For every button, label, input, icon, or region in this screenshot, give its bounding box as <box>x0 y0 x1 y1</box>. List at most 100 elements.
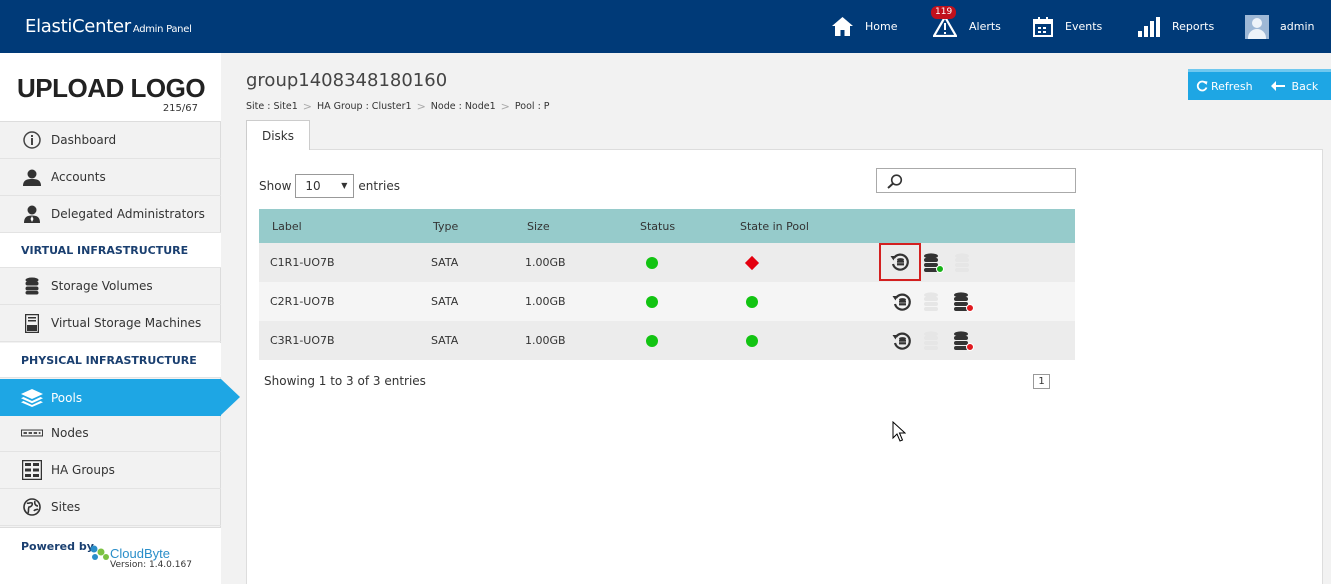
database-offline-icon <box>954 292 974 312</box>
nav-alerts-label: Alerts <box>969 20 1001 33</box>
user-name: admin <box>1280 20 1315 33</box>
server-icon <box>21 313 43 333</box>
nav-events-label: Events <box>1065 20 1103 33</box>
page-size-select[interactable]: 10 ▼ <box>295 174 355 198</box>
sidebar-item-sites[interactable]: Sites <box>0 489 221 526</box>
database-disabled-icon <box>924 331 938 350</box>
sidebar-item-label: Dashboard <box>51 133 117 147</box>
search-input[interactable] <box>876 168 1076 193</box>
caret-down-icon: ▼ <box>341 181 348 190</box>
restore-disk-icon <box>892 293 911 311</box>
section-virtual-infrastructure: VIRTUAL INFRASTRUCTURE <box>0 233 221 268</box>
disk-type: SATA <box>431 334 459 347</box>
chevron-right-icon: > <box>416 100 426 113</box>
globe-icon <box>21 498 43 516</box>
nav-home-label: Home <box>865 20 898 33</box>
sidebar-item-accounts[interactable]: Accounts <box>0 159 221 196</box>
brand-name: ElastiCenter <box>25 16 131 37</box>
breadcrumb-ha-group[interactable]: HA Group : Cluster1 <box>317 101 412 112</box>
logo-placeholder: UPLOAD LOGO <box>17 73 206 103</box>
sidebar-item-label: Pools <box>51 390 83 405</box>
table-info: Showing 1 to 3 of 3 entries <box>264 374 426 388</box>
chevron-right-icon: > <box>500 100 510 113</box>
sidebar-item-delegated-administrators[interactable]: Delegated Administrators <box>0 196 221 233</box>
breadcrumb-site[interactable]: Site : Site1 <box>246 101 298 112</box>
disk-label: C3R1-UO7B <box>270 334 335 347</box>
replace-disk-button[interactable] <box>891 330 913 352</box>
state-error-indicator <box>744 243 760 282</box>
sidebar-item-label: Virtual Storage Machines <box>51 316 202 330</box>
disk-size: 1.00GB <box>525 334 566 347</box>
add-disk-button[interactable] <box>923 252 945 274</box>
replace-disk-button[interactable] <box>891 291 913 313</box>
database-offline-icon <box>954 331 974 351</box>
refresh-button[interactable]: Refresh <box>1196 80 1253 93</box>
sidebar-item-ha-groups[interactable]: HA Groups <box>0 452 221 489</box>
sidebar-item-storage-volumes[interactable]: Storage Volumes <box>0 268 221 305</box>
breadcrumb-node[interactable]: Node : Node1 <box>431 101 496 112</box>
disk-type: SATA <box>431 256 459 269</box>
add-disk-button[interactable] <box>923 330 945 352</box>
status-ok-indicator <box>646 321 658 360</box>
nav-reports[interactable]: Reports <box>1138 0 1214 53</box>
user-menu[interactable]: admin <box>1245 0 1314 53</box>
nav-alerts[interactable]: 119 Alerts <box>931 0 1001 53</box>
logo-area[interactable]: UPLOAD LOGO 215/67 <box>0 53 221 122</box>
column-header-label[interactable]: Label <box>272 209 302 243</box>
sidebar-item-label: Accounts <box>51 170 106 184</box>
vendor-name: CloudByte <box>110 546 170 561</box>
column-header-state-in-pool[interactable]: State in Pool <box>740 209 809 243</box>
sidebar-item-label: Delegated Administrators <box>51 207 205 221</box>
column-header-size[interactable]: Size <box>527 209 550 243</box>
disks-table: Label Type Size Status State in Pool C1R… <box>259 209 1075 360</box>
brand-subtitle: Admin Panel <box>132 24 192 35</box>
disk-size: 1.00GB <box>525 256 566 269</box>
nav-reports-label: Reports <box>1172 20 1215 33</box>
refresh-label: Refresh <box>1211 79 1253 93</box>
add-disk-button[interactable] <box>923 291 945 313</box>
logo-dimensions: 215/67 <box>162 103 198 114</box>
layers-icon <box>21 388 43 407</box>
mouse-cursor-icon <box>892 421 906 442</box>
nav-events[interactable]: Events <box>1033 0 1102 53</box>
node-icon <box>21 429 43 437</box>
status-ok-indicator <box>646 243 658 282</box>
version-label: Version: 1.4.0.167 <box>110 560 192 570</box>
bar-chart-icon <box>1138 16 1160 37</box>
home-icon <box>832 17 853 36</box>
tab-disks[interactable]: Disks <box>246 120 310 150</box>
back-button[interactable]: Back <box>1270 80 1318 93</box>
info-icon <box>21 131 43 149</box>
column-header-type[interactable]: Type <box>433 209 458 243</box>
section-physical-infrastructure: PHYSICAL INFRASTRUCTURE <box>0 343 221 378</box>
disk-label: C1R1-UO7B <box>270 256 335 269</box>
state-ok-indicator <box>746 282 758 321</box>
sidebar-item-nodes[interactable]: Nodes <box>0 415 221 452</box>
database-icon <box>21 277 43 295</box>
restore-disk-icon <box>892 332 911 350</box>
status-ok-indicator <box>646 282 658 321</box>
database-online-icon <box>924 253 944 273</box>
sidebar-item-dashboard[interactable]: Dashboard <box>0 122 221 159</box>
restore-disk-icon <box>890 253 909 271</box>
table-row: C1R1-UO7B SATA 1.00GB <box>259 243 1075 282</box>
database-disabled-icon <box>924 292 938 311</box>
sidebar: UPLOAD LOGO 215/67 Dashboard Accounts De… <box>0 53 240 584</box>
remove-disk-button[interactable] <box>953 291 975 313</box>
arrow-left-icon <box>1270 81 1285 91</box>
warning-icon <box>933 16 957 37</box>
column-header-status[interactable]: Status <box>640 209 675 243</box>
cloudbyte-logo-icon <box>90 545 109 560</box>
nav-home[interactable]: Home <box>832 0 897 53</box>
brand[interactable]: ElastiCenter Admin Panel <box>25 16 192 37</box>
database-disabled-icon <box>955 253 969 272</box>
remove-disk-button[interactable] <box>953 252 975 274</box>
breadcrumb-pool[interactable]: Pool : P <box>515 101 550 112</box>
active-indicator-arrow <box>221 379 240 415</box>
remove-disk-button[interactable] <box>953 330 975 352</box>
sidebar-item-pools[interactable]: Pools <box>0 379 221 416</box>
sidebar-item-virtual-storage-machines[interactable]: Virtual Storage Machines <box>0 305 221 342</box>
pagination-page-1[interactable]: 1 <box>1033 374 1050 389</box>
table-row: C2R1-UO7B SATA 1.00GB <box>259 282 1075 321</box>
replace-disk-button[interactable] <box>879 243 921 281</box>
